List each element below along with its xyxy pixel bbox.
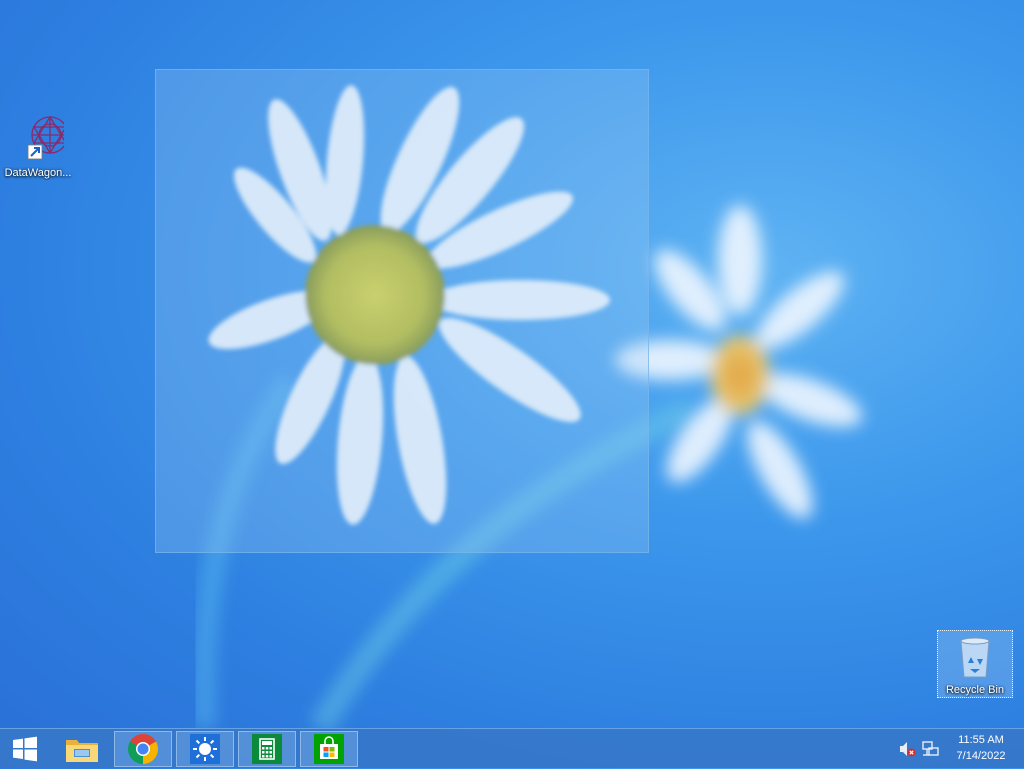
recycle-bin-icon [960,637,990,678]
desktop-icon-label: DataWagon... [4,167,72,179]
desktop[interactable]: DataWagon... Recycle Bin [0,0,1024,728]
taskbar-store[interactable] [300,731,358,767]
clock[interactable]: 11:55 AM 7/14/2022 [944,732,1018,766]
folder-icon [66,740,98,762]
taskbar-file-explorer[interactable] [53,731,111,767]
clock-time: 11:55 AM [958,734,1004,746]
desktop-icon-recycle-bin[interactable]: Recycle Bin [937,630,1013,698]
calculator-icon [252,734,282,764]
store-bag-icon [314,734,344,764]
network-icon[interactable] [921,740,939,758]
clock-date: 7/14/2022 [956,750,1006,762]
speaker-muted-icon[interactable] [898,740,916,758]
start-button[interactable] [0,729,50,769]
selection-rectangle [155,69,649,553]
weather-sun-icon [190,734,220,764]
windows-logo-icon [13,736,37,762]
datawagon-icon [27,115,69,160]
desktop-icon-datawagon[interactable]: DataWagon... [0,108,76,180]
desktop-icon-label: Recycle Bin [945,684,1005,696]
taskbar: 11:55 AM 7/14/2022 [0,728,1024,768]
taskbar-calculator[interactable] [238,731,296,767]
taskbar-google-chrome[interactable] [114,731,172,767]
taskbar-weather[interactable] [176,731,234,767]
chrome-icon [128,734,158,764]
